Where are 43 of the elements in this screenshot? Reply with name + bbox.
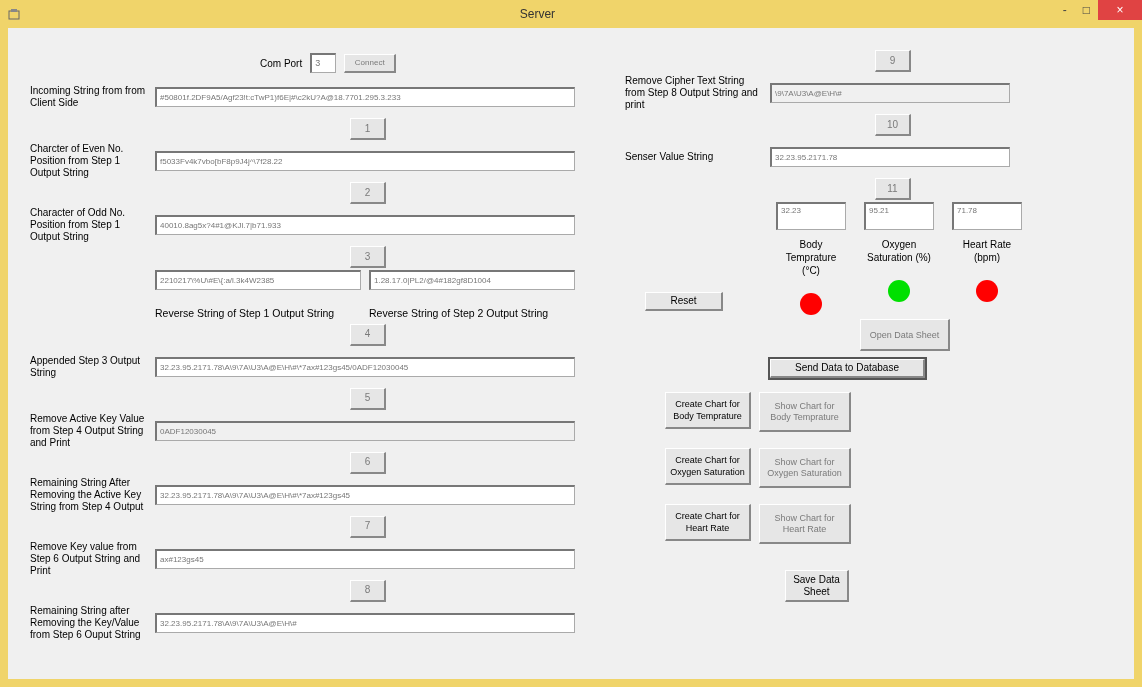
field-label: Incoming String from from Client Side: [30, 85, 147, 109]
field-label: Character of Odd No. Position from Step 1 Output String: [30, 207, 127, 243]
indicator-caption: Heart Rate (bpm): [961, 238, 1013, 264]
close-button[interactable]: ×: [1098, 0, 1142, 20]
save-data-sheet-button[interactable]: Save Data Sheet: [785, 570, 849, 602]
text-field[interactable]: #50801f.2DF9A5/Agf23!t:cTwP1)f6E|#\c2kU?A@18.7701.295.3.233: [155, 87, 575, 107]
field-label: Remove Cipher Text String from Step 8 Output String and print: [625, 75, 759, 111]
create-chart-button[interactable]: Create Chart for Body Temprature: [665, 392, 751, 429]
text-field[interactable]: 32.23.95.2171.78: [770, 147, 1010, 167]
send-to-database-button[interactable]: Send Data to Database: [770, 359, 925, 378]
field-caption: Reverse String of Step 1 Output String: [155, 306, 336, 321]
text-field[interactable]: ax#123gs45: [155, 548, 575, 569]
text-field[interactable]: \9\7A\U3\A@E\H\#: [770, 83, 1010, 103]
com-port-label: Com Port: [260, 56, 303, 71]
value-field[interactable]: 71.78: [952, 202, 1022, 230]
field-label: Remove Key value from Step 6 Output String and Print: [30, 540, 142, 577]
field-label: Charcter of Even No. Position from Step 1 Output String: [30, 143, 125, 179]
text-field[interactable]: 1.28.17.0|PL2/@4#182gf8D1004: [369, 270, 575, 290]
window-title: Server: [519, 6, 556, 23]
field-label: Senser Value String: [625, 151, 715, 163]
maximize-button[interactable]: □: [1074, 0, 1098, 20]
text-field[interactable]: 40010.8ag5x?4#1@KJl.7|b71.933: [155, 215, 575, 235]
field-label: Appended Step 3 Output String: [30, 354, 142, 379]
text-field[interactable]: 0ADF12030045: [155, 420, 575, 441]
value-field[interactable]: 95.21: [864, 202, 934, 230]
text-field[interactable]: 2210217\%U\#E\{:a/l.3k4W2385: [155, 270, 361, 290]
value-field[interactable]: 32.23: [776, 202, 846, 230]
minimize-button[interactable]: -: [1054, 0, 1075, 20]
com-port-field[interactable]: 3: [310, 53, 337, 73]
indicator-caption: Body Temprature (°C): [784, 238, 838, 277]
field-caption: Reverse String of Step 2 Output String: [369, 306, 550, 321]
field-label: Remove Active Key Value from Step 4 Output String and Print: [30, 412, 146, 449]
reset-button[interactable]: Reset: [645, 292, 723, 311]
field-label: Remaining String after Removing the Key/Value from Step 6 Ouput String: [30, 604, 142, 641]
indicator-caption: Oxygen Saturation (%): [867, 238, 931, 264]
text-field[interactable]: 32.23.95.2171.78\A\9\7A\U3\A@E\H\#\*7ax#123gs45: [155, 484, 575, 505]
create-chart-button[interactable]: Create Chart for Heart Rate: [665, 504, 751, 541]
app-icon: [8, 8, 20, 20]
create-chart-button[interactable]: Create Chart for Oxygen Saturation: [665, 448, 751, 485]
text-field[interactable]: 32.23.95.2171.78\A\9\7A\U3\A@E\H\#\*7ax#123gs45/0ADF12030045: [155, 356, 575, 377]
field-label: Remaining String After Removing the Active Key String from Step 4 Output: [30, 476, 145, 513]
text-field[interactable]: 32.23.95.2171.78\A\9\7A\U3\A@E\H\#: [155, 612, 575, 633]
text-field[interactable]: f5033Fv4k7vbo[bF8p9J4j^\7f28.22: [155, 151, 575, 171]
